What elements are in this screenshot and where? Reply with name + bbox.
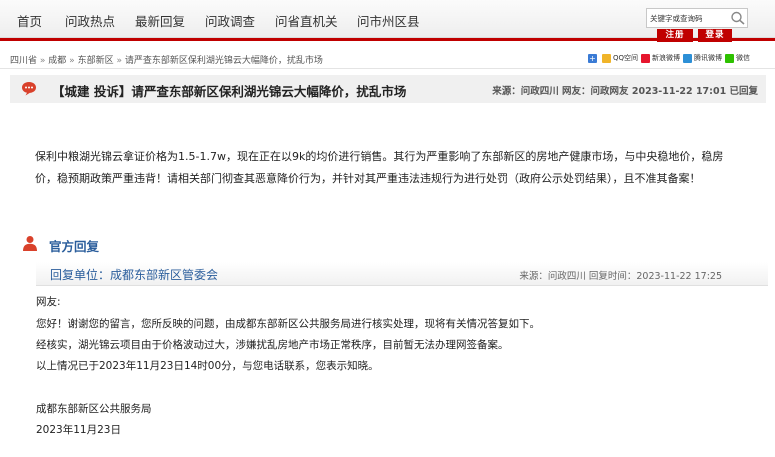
reply-signature: 成都东部新区公共服务局 [36,403,152,415]
login-button[interactable]: 登录 [698,29,732,42]
official-reply-heading: 官方回复 [49,239,100,254]
wechat-icon [725,53,735,63]
share-bar: + QQ空间 新浪微博 腾讯微博 微信 [588,53,753,63]
reply-line: 以上情况已于2023年11月23日14时00分，与您电话联系，您表示知晓。 [36,360,379,372]
nav-home[interactable]: 首页 [17,11,42,30]
share-qzone[interactable]: QQ空间 [602,53,638,63]
nav-provincial-agencies[interactable]: 问省直机关 [275,11,338,30]
breadcrumb-separator: » [39,56,46,66]
weibo-icon [641,53,651,63]
post-content: 保利中粮湖光锦云拿证价格为1.5-1.7w，现在正在以9k的均价进行销售。其行为… [35,146,750,190]
nav-surveys[interactable]: 问政调查 [205,11,255,30]
share-weibo[interactable]: 新浪微博 [641,53,680,63]
tencent-weibo-icon [683,53,693,63]
breadcrumb-district[interactable]: 东部新区 [78,56,114,66]
qzone-icon [602,53,611,63]
reply-line: 网友: [36,296,61,308]
share-wechat[interactable]: 微信 [725,53,750,63]
reply-date: 2023年11月23日 [36,424,121,436]
share-qzone-label: QQ空间 [613,54,639,62]
search-input[interactable] [647,9,725,27]
user-icon [23,236,37,251]
reply-meta: 来源：问政四川 回复时间：2023-11-22 17:25 [519,271,722,282]
post-title: 【城建 投诉】请严查东部新区保利湖光锦云大幅降价，扰乱市场 [52,84,407,99]
breadcrumb-current: 请严查东部新区保利湖光锦云大幅降价，扰乱市场 [124,56,323,66]
post-content-line: 价，稳预期政策严重违背！请相关部门彻查其恶意降价行为，并针对其严重违法违规行为进… [35,172,701,185]
reply-line: 经核实，湖光锦云项目由于价格波动过大，涉嫌扰乱房地产市场正常秩序，目前暂无法办理… [36,339,509,351]
breadcrumb-separator: » [69,56,75,66]
reply-unit: 回复单位：成都东部新区管委会 [50,268,219,282]
post-title-bar: 【城建 投诉】请严查东部新区保利湖光锦云大幅降价，扰乱市场 来源：问政四川 网友… [10,75,766,103]
breadcrumb-city[interactable]: 成都 [48,56,66,66]
reply-line: 您好！谢谢您的留言，您所反映的问题，由成都东部新区公共服务局进行核实处理，现将有… [36,318,540,330]
nav-city-districts[interactable]: 问市州区县 [357,11,420,30]
breadcrumb-province[interactable]: 四川省 [10,56,37,66]
breadcrumb-separator: » [116,56,122,66]
nav-hot-topics[interactable]: 问政热点 [65,11,115,30]
search-box [646,8,748,28]
share-wechat-label: 微信 [736,54,751,62]
share-tencent-weibo[interactable]: 腾讯微博 [683,53,722,63]
share-tencent-weibo-label: 腾讯微博 [694,54,723,62]
breadcrumb: 四川省 » 成都 » 东部新区 » 请严查东部新区保利湖光锦云大幅降价，扰乱市场 [10,53,323,66]
register-button[interactable]: 注册 [657,29,693,42]
post-content-line: 保利中粮湖光锦云拿证价格为1.5-1.7w，现在正在以9k的均价进行销售。其行为… [35,150,724,163]
divider [0,68,775,69]
nav-latest-replies[interactable]: 最新回复 [135,11,185,30]
plus-icon: + [588,53,597,63]
share-more[interactable]: + [588,53,599,63]
post-meta: 来源：问政四川 网友：问政网友 2023-11-22 17:01 已回复 [492,86,758,97]
comment-bubble-icon [22,82,36,96]
share-weibo-label: 新浪微博 [652,54,681,62]
search-icon[interactable] [730,11,746,25]
reply-unit-bar: 回复单位：成都东部新区管委会 来源：问政四川 回复时间：2023-11-22 1… [36,262,768,286]
